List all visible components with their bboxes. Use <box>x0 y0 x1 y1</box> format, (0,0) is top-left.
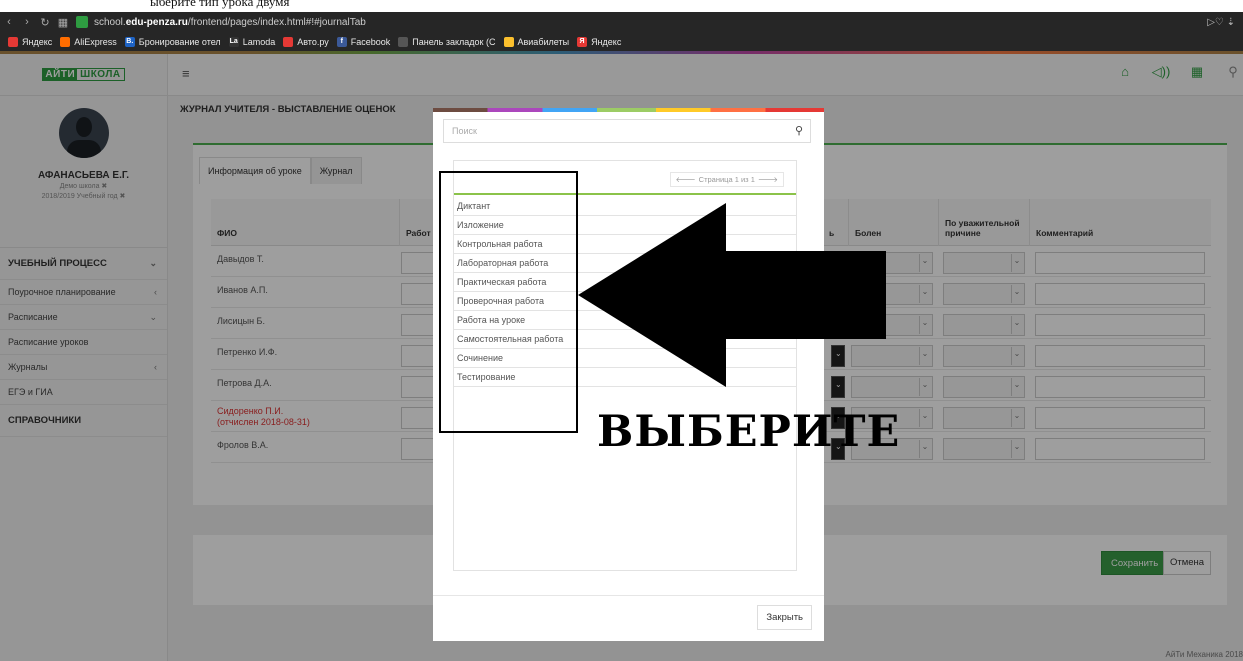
highlight-rectangle <box>439 171 578 433</box>
bookmark-label: Панель закладок (С <box>412 36 496 47</box>
bookmark-item[interactable]: AliExpress <box>60 36 117 47</box>
bookmarks-bar: Яндекс AliExpress B. Бронирование отел La Lam… <box>0 33 1243 50</box>
bookmark-label: Авиабилеты <box>517 36 570 47</box>
prev-page-icon[interactable]: 🡐 <box>676 175 696 184</box>
pager-text: Страница 1 из 1 <box>698 175 755 184</box>
bookmark-item[interactable]: Авто.ру <box>283 36 329 47</box>
bookmark-label: AliExpress <box>74 36 117 47</box>
next-page-icon[interactable]: 🡒 <box>758 175 778 184</box>
bookmark-item[interactable]: La Lamoda <box>228 36 276 47</box>
bookmark-item[interactable]: f Facebook <box>336 36 391 47</box>
bookmark-label: Lamoda <box>242 36 276 47</box>
address-bar: ‹ › ↻ ▦ school.edu-penza.ru/frontend/pag… <box>0 12 1243 32</box>
bookmark-label: Бронирование отел <box>138 36 221 47</box>
bookmark-label: Авто.ру <box>297 36 329 47</box>
search-icon[interactable]: ⚲ <box>795 124 803 137</box>
bookmark-label: Facebook <box>350 36 391 47</box>
lock-icon <box>76 16 88 28</box>
lamoda-icon: La <box>228 36 239 47</box>
yandex-icon <box>8 36 18 47</box>
close-button[interactable]: Закрыть <box>757 605 812 630</box>
facebook-icon: f <box>336 36 347 47</box>
autoru-icon <box>283 36 294 47</box>
bookmark-item[interactable]: Яндекс <box>8 36 53 47</box>
aliexpress-icon <box>60 36 71 47</box>
pointer-arrow-icon <box>578 203 886 387</box>
bookmark-item[interactable]: B. Бронирование отел <box>124 36 221 47</box>
pager: 🡐 Страница 1 из 1 🡒 <box>669 172 784 187</box>
yandex-icon: Я <box>577 36 588 47</box>
bookmark-item[interactable]: Я Яндекс <box>577 36 622 47</box>
search-placeholder: Поиск <box>452 126 477 136</box>
bookmark-label: Яндекс <box>22 36 53 47</box>
search-input[interactable]: Поиск ⚲ <box>443 119 811 143</box>
bookmark-item[interactable]: Панель закладок (С <box>398 36 496 47</box>
reload-icon[interactable]: ↻ <box>36 16 54 29</box>
folder-icon <box>398 36 409 47</box>
url-text[interactable]: school.edu-penza.ru/frontend/pages/index… <box>94 17 366 28</box>
bookmark-item[interactable]: Авиабилеты <box>503 36 570 47</box>
tabs-grid-icon[interactable]: ▦ <box>54 16 72 29</box>
browser-chrome: ‹ › ↻ ▦ school.edu-penza.ru/frontend/pag… <box>0 12 1243 54</box>
screenshot-root: ыберите тип урока двумя ‹ › ↻ ▦ school.e… <box>0 0 1243 661</box>
document-caption: ыберите тип урока двумя <box>150 0 290 9</box>
forward-icon[interactable]: › <box>18 16 36 28</box>
bookmark-label: Яндекс <box>591 36 622 47</box>
annotation-text: ВЫБЕРИТЕ <box>597 407 901 457</box>
booking-icon: B. <box>124 36 135 47</box>
back-icon[interactable]: ‹ <box>0 16 18 28</box>
plane-icon <box>503 36 514 47</box>
bookmark-heart-icon[interactable]: ▷♡ ⇣ <box>1207 17 1243 28</box>
modal-stripe <box>433 108 824 112</box>
modal-divider <box>433 595 824 596</box>
